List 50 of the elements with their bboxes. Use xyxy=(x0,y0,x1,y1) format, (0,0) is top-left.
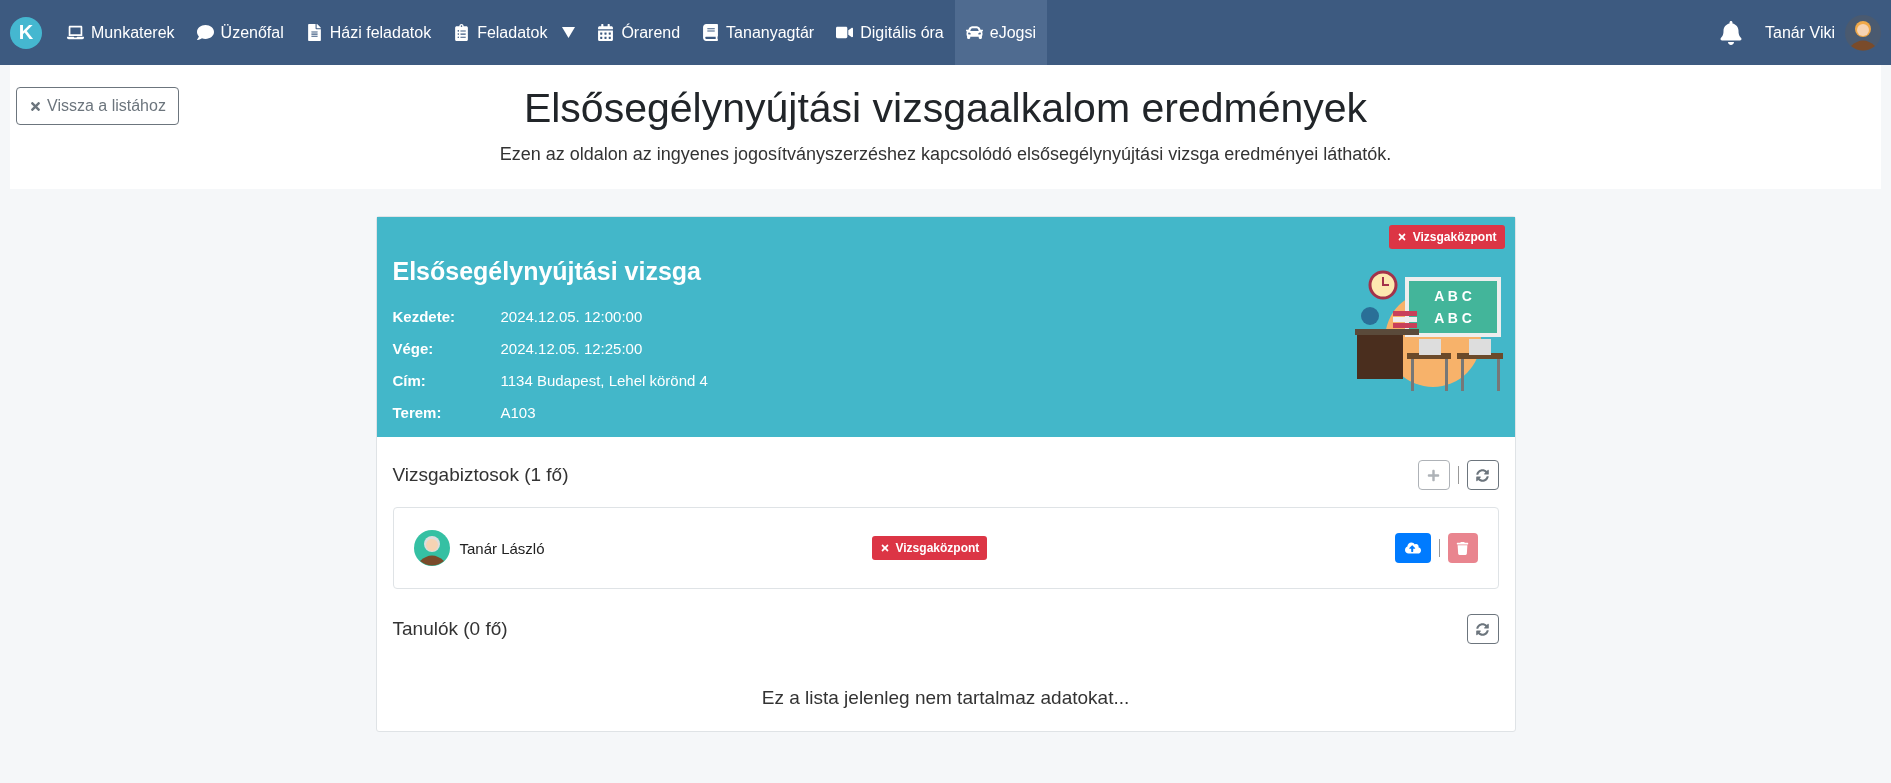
nav-link[interactable]: Házi feladatok xyxy=(294,0,443,65)
field-label: Kezdete: xyxy=(392,307,456,325)
speech-bubble-icon xyxy=(196,24,214,41)
page-subtitle: Ezen az oldalon az ingyenes jogosítványszerzéshez kapcsolódó elsősegélynyújtási vizsga eredményei láthatók. xyxy=(499,144,1392,165)
nav-link[interactable]: Digitális óra xyxy=(825,0,955,65)
field-value: A103 xyxy=(500,403,536,421)
field-value: 2024.12.05. 12:25:00 xyxy=(500,339,643,357)
nav-link[interactable]: Tananyagtár xyxy=(691,0,826,65)
center-badge: Vizsgaközpont xyxy=(1388,225,1505,249)
calendar-icon xyxy=(597,24,615,41)
clipboard-icon xyxy=(453,24,471,41)
video-camera-icon xyxy=(836,24,854,41)
page-title: Elsősegélynyújtási vizsgaalkalom eredmények xyxy=(523,85,1368,132)
field-label: Vége: xyxy=(392,339,435,357)
examiner-name: Tanár László xyxy=(459,539,546,557)
laptop-icon xyxy=(67,24,84,41)
close-icon xyxy=(1396,232,1407,242)
field-label: Cím: xyxy=(392,371,427,389)
refresh-button[interactable] xyxy=(1466,460,1499,490)
classroom-drawing: A B C A B C xyxy=(1354,270,1503,391)
cloud-upload-icon xyxy=(1404,540,1421,556)
nav-link[interactable]: Órarend xyxy=(586,0,692,65)
trash-icon xyxy=(1456,541,1469,555)
close-icon xyxy=(29,99,42,113)
empty-list-message: Ez a lista jelenleg nem tartalmaz adatokat... xyxy=(760,687,1131,709)
nav-link[interactable]: Üzenőfal xyxy=(185,0,295,65)
avatar-icon xyxy=(413,530,450,566)
document-icon xyxy=(305,24,323,41)
nav-link[interactable]: Munkaterek xyxy=(56,0,186,65)
book-icon xyxy=(702,24,720,41)
plus-icon xyxy=(1427,468,1440,482)
refresh-icon xyxy=(1476,468,1489,482)
upload-button[interactable] xyxy=(1394,533,1431,563)
field-value: 1134 Budapest, Lehel körönd 4 xyxy=(500,371,708,389)
center-badge: Vizsgaközpont xyxy=(871,536,988,560)
bell-icon[interactable] xyxy=(1719,20,1744,45)
field-value: 2024.12.05. 12:00:00 xyxy=(500,307,643,325)
car-icon xyxy=(965,24,983,41)
section-title: Tanulók (0 fő) xyxy=(392,618,508,640)
user-name[interactable]: Tanár Viki xyxy=(1765,23,1835,42)
close-icon xyxy=(879,543,890,553)
refresh-icon xyxy=(1476,622,1489,636)
nav-link[interactable]: Feladatok xyxy=(442,0,587,65)
avatar-icon xyxy=(1845,14,1881,51)
refresh-button[interactable] xyxy=(1466,614,1499,644)
nav-link[interactable]: eJogsi xyxy=(954,0,1047,65)
section-title: Vizsgabiztosok (1 fő) xyxy=(392,464,569,486)
back-button[interactable]: Vissza a listához xyxy=(16,87,179,125)
exam-title: Elsősegélynyújtási vizsga xyxy=(392,257,702,286)
field-label: Terem: xyxy=(392,403,443,421)
